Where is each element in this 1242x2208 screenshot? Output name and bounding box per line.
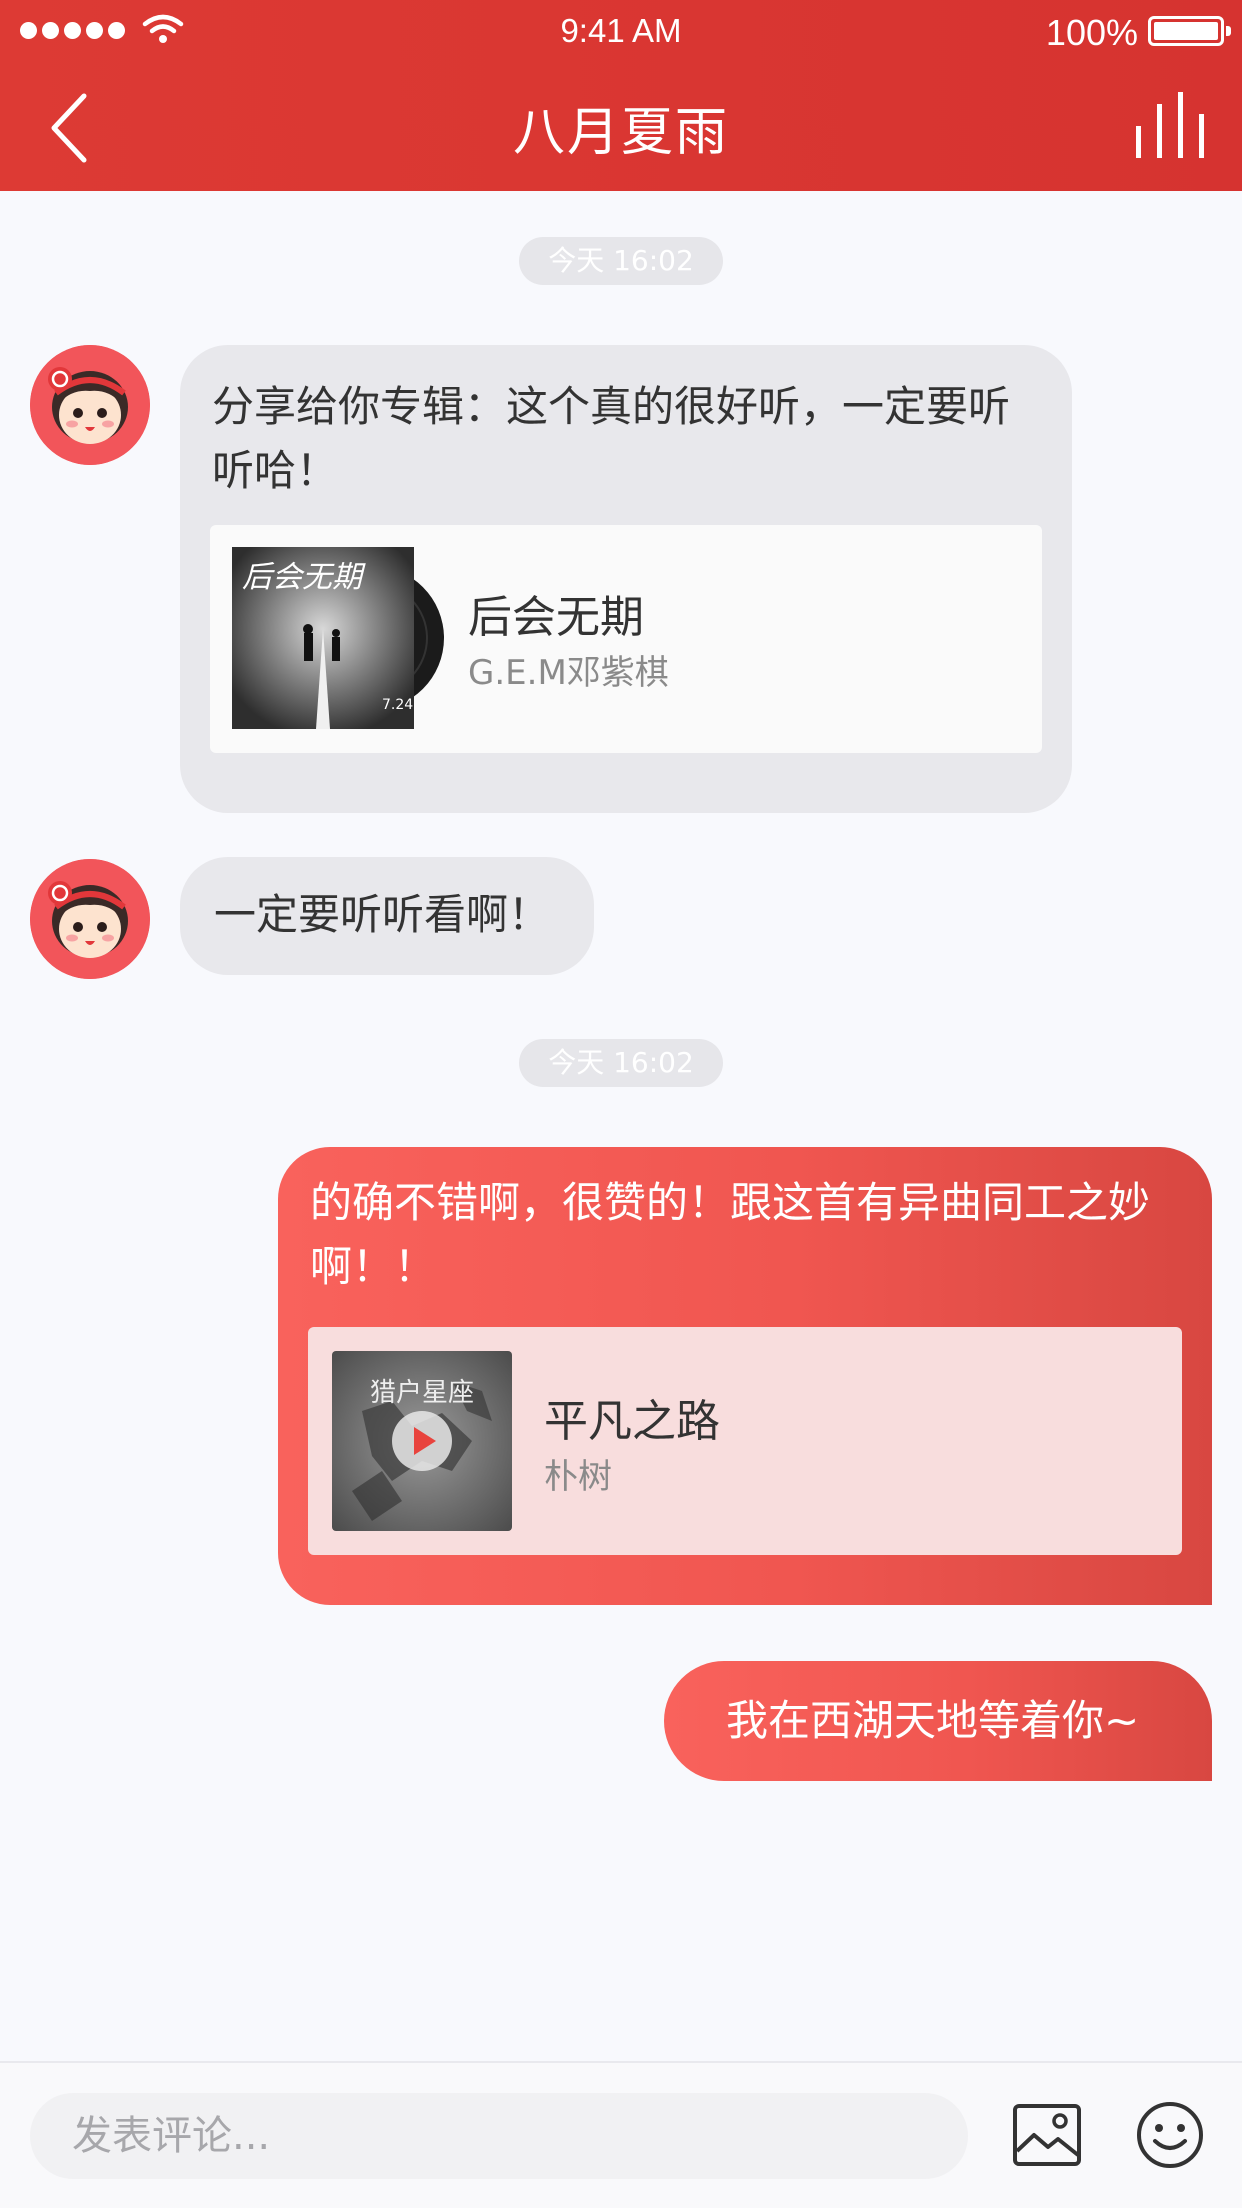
emoji-icon[interactable]	[1136, 2101, 1204, 2169]
message-bubble-sent[interactable]: 我在西湖天地等着你~	[664, 1661, 1212, 1781]
message-text: 分享给你专辑：这个真的很好听，一定要听听哈！	[212, 382, 1011, 495]
avatar-girl-icon	[30, 345, 150, 465]
message-bubble-received[interactable]: 分享给你专辑：这个真的很好听，一定要听听哈！ 后会无期 7.24 后会无期 G.…	[180, 345, 1072, 813]
comment-input[interactable]	[30, 2093, 968, 2179]
timestamp-pill: 今天 16:02	[519, 237, 723, 285]
album-artist: G.E.M邓紫棋	[468, 653, 669, 693]
avatar[interactable]	[30, 859, 150, 979]
message-bubble-sent[interactable]: 的确不错啊，很赞的！跟这首有异曲同工之妙啊！！ 猎户星座 平凡之路 朴树	[278, 1147, 1212, 1605]
album-card[interactable]: 后会无期 7.24 后会无期 G.E.M邓紫棋	[210, 525, 1042, 753]
battery-icon	[1148, 16, 1231, 46]
album-cover-title: 后会无期	[242, 560, 366, 595]
equalizer-icon[interactable]	[1134, 90, 1206, 160]
song-artist: 朴树	[544, 1457, 612, 1497]
message-text: 一定要听听看啊！	[214, 890, 551, 939]
timestamp-pill: 今天 16:02	[519, 1039, 723, 1087]
album-cover-date: 7.24	[382, 697, 413, 713]
battery-percent: 100%	[1045, 12, 1138, 53]
status-bar: 9:41 AM 100%	[0, 0, 1242, 62]
song-cover-title: 猎户星座	[370, 1378, 474, 1408]
image-icon[interactable]	[1012, 2103, 1082, 2167]
page-title: 八月夏雨	[512, 103, 729, 163]
nav-bar: 八月夏雨	[0, 62, 1242, 191]
album-cover: 后会无期 7.24	[232, 547, 444, 729]
avatar[interactable]	[30, 345, 150, 465]
album-title: 后会无期	[468, 592, 644, 643]
chat-area[interactable]: 今天 16:02 分享给你专辑：这个真的很好听，一定要听听哈！ 后会无期 7.2…	[0, 191, 1242, 2061]
message-text: 我在西湖天地等着你~	[726, 1696, 1140, 1745]
header: 9:41 AM 100% 八月夏雨	[0, 0, 1242, 191]
song-title: 平凡之路	[544, 1396, 720, 1447]
message-text: 的确不错啊，很赞的！跟这首有异曲同工之妙啊！！	[310, 1178, 1151, 1291]
message-bubble-received[interactable]: 一定要听听看啊！	[180, 857, 594, 975]
song-card[interactable]: 猎户星座 平凡之路 朴树	[308, 1327, 1182, 1555]
avatar-girl-icon	[30, 859, 150, 979]
comment-bar	[0, 2061, 1242, 2208]
song-cover: 猎户星座	[332, 1351, 512, 1531]
